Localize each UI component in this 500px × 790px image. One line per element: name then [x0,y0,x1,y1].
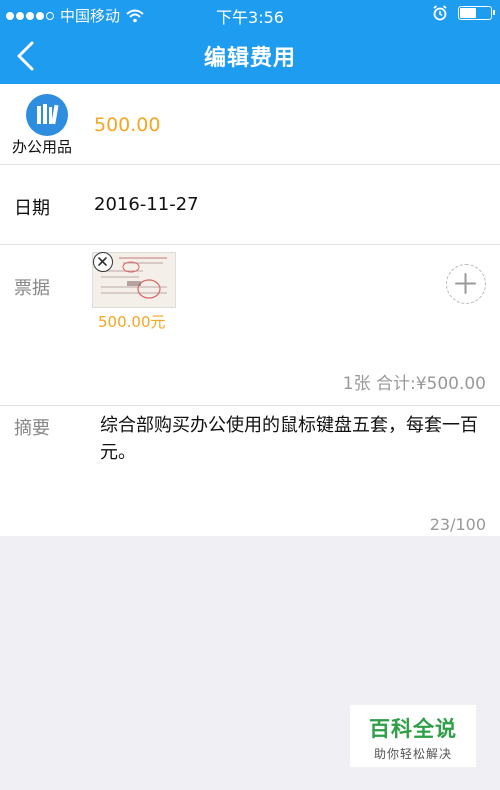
office-supplies-icon[interactable] [26,94,68,136]
category-label: 办公用品 [12,138,73,156]
battery-icon [458,6,495,20]
plus-icon [455,273,476,294]
amount-value[interactable]: 500.00 [94,114,160,136]
add-receipt-button[interactable] [446,264,486,304]
page-title: 编辑费用 [203,46,296,71]
status-bar: 中国移动 下午3:56 [0,0,500,28]
receipts-total: 1张 合计:¥500.00 [342,374,486,394]
memo-label: 摘要 [14,418,50,439]
date-label: 日期 [14,198,50,219]
memo-input[interactable]: 综合部购买办公使用的鼠标键盘五套，每套一百元。 [100,412,480,466]
receipts-label: 票据 [14,278,50,299]
memo-char-counter: 23/100 [429,515,486,534]
expense-category-row [0,84,500,165]
date-row [0,165,500,245]
app-header: 中国移动 下午3:56 编辑费用 [0,0,500,84]
watermark-logo: 百科全说 助你轻松解决 [350,705,476,767]
watermark-title: 百科全说 [369,717,457,741]
watermark-subtitle: 助你轻松解决 [373,747,452,761]
status-time: 下午3:56 [216,8,284,27]
date-value[interactable]: 2016-11-27 [94,194,199,215]
close-icon [98,257,107,266]
status-right [432,5,495,21]
receipt-amount: 500.00元 [98,313,166,331]
alarm-clock-icon [433,5,447,21]
remove-receipt-button[interactable] [93,252,113,272]
